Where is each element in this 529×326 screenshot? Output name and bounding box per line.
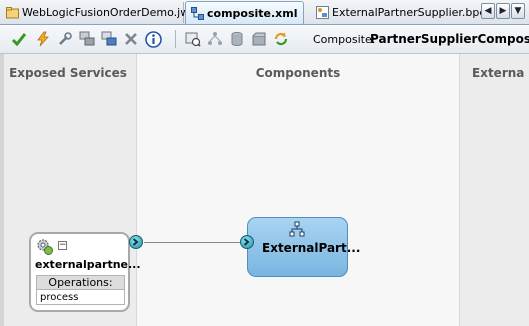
operations-panel: Operations: process	[36, 275, 125, 305]
refresh-button[interactable]	[272, 30, 290, 48]
source-view-button[interactable]	[184, 30, 202, 48]
composite-toolbar: Composite: PartnerSupplierComposite	[0, 25, 529, 54]
composite-name: PartnerSupplierComposite	[370, 32, 529, 46]
external-references-lane[interactable]: Externa	[459, 54, 529, 326]
tab-weblogic-jws[interactable]: WebLogicFusionOrderDemo.jws	[0, 2, 195, 23]
components-lane[interactable]: Components	[137, 54, 459, 326]
wire-connection[interactable]	[144, 242, 242, 243]
add-reference-button[interactable]	[100, 30, 118, 48]
database-button[interactable]	[228, 30, 246, 48]
add-component-button[interactable]	[78, 30, 96, 48]
composite-icon	[191, 6, 204, 20]
tab-label: ExternalPartnerSupplier.bpel	[332, 6, 490, 19]
tab-composite-xml[interactable]: composite.xml	[185, 1, 304, 24]
validate-button[interactable]	[10, 30, 28, 48]
exposed-service-box[interactable]: − externalpartne... Operations: process	[29, 232, 141, 312]
tab-scroll-left-button[interactable]: ◀	[481, 3, 495, 19]
delete-button[interactable]	[122, 30, 140, 48]
refresh-icon	[274, 32, 288, 46]
toolbar-separator	[175, 30, 176, 48]
add-component-icon	[79, 31, 95, 46]
test-button[interactable]	[56, 30, 74, 48]
collapse-button[interactable]: −	[58, 241, 67, 250]
info-icon	[144, 30, 162, 48]
chevron-right-icon	[132, 238, 139, 246]
deploy-button[interactable]	[34, 30, 52, 48]
layout-button[interactable]	[206, 30, 224, 48]
workspace-icon	[6, 7, 19, 19]
chevron-right-icon	[243, 238, 250, 246]
editor-tab-strip: WebLogicFusionOrderDemo.jws composite.xm…	[0, 0, 529, 25]
composite-label: Composite:	[313, 33, 376, 46]
tab-scroll-right-button[interactable]: ▶	[496, 3, 510, 19]
bpel-process-icon	[289, 221, 305, 237]
external-references-title: Externa	[472, 66, 525, 80]
deploy-lightning-icon	[37, 31, 49, 47]
tab-label: WebLogicFusionOrderDemo.jws	[22, 6, 195, 19]
bpel-component-box[interactable]: ExternalPart...	[247, 217, 360, 277]
database-icon	[231, 32, 243, 46]
service-output-endpoint-icon[interactable]	[129, 235, 143, 249]
exposed-services-title: Exposed Services	[9, 66, 127, 80]
info-button[interactable]	[144, 30, 162, 48]
service-name: externalpartne...	[35, 258, 141, 271]
validate-check-icon	[11, 33, 27, 47]
source-view-icon	[185, 32, 201, 47]
add-reference-icon	[101, 31, 117, 46]
component-input-endpoint-icon[interactable]	[240, 235, 254, 249]
layout-icon	[208, 32, 222, 45]
bpel-icon	[316, 6, 329, 19]
components-title: Components	[255, 66, 341, 80]
component-name: ExternalPart...	[262, 241, 361, 255]
operation-item[interactable]: process	[37, 290, 124, 305]
tab-externalpartner-bpel[interactable]: ExternalPartnerSupplier.bpel	[310, 2, 489, 23]
tab-list-dropdown-button[interactable]: ▼	[511, 3, 525, 19]
service-gear-icon	[37, 239, 53, 255]
package-button[interactable]	[250, 30, 268, 48]
test-wrench-icon	[59, 32, 72, 45]
delete-icon	[125, 33, 137, 45]
operations-header: Operations:	[37, 276, 124, 290]
package-icon	[252, 32, 266, 46]
tab-label: composite.xml	[207, 6, 298, 20]
composite-editor-canvas[interactable]: Exposed Services Components Externa − ex…	[0, 54, 529, 326]
